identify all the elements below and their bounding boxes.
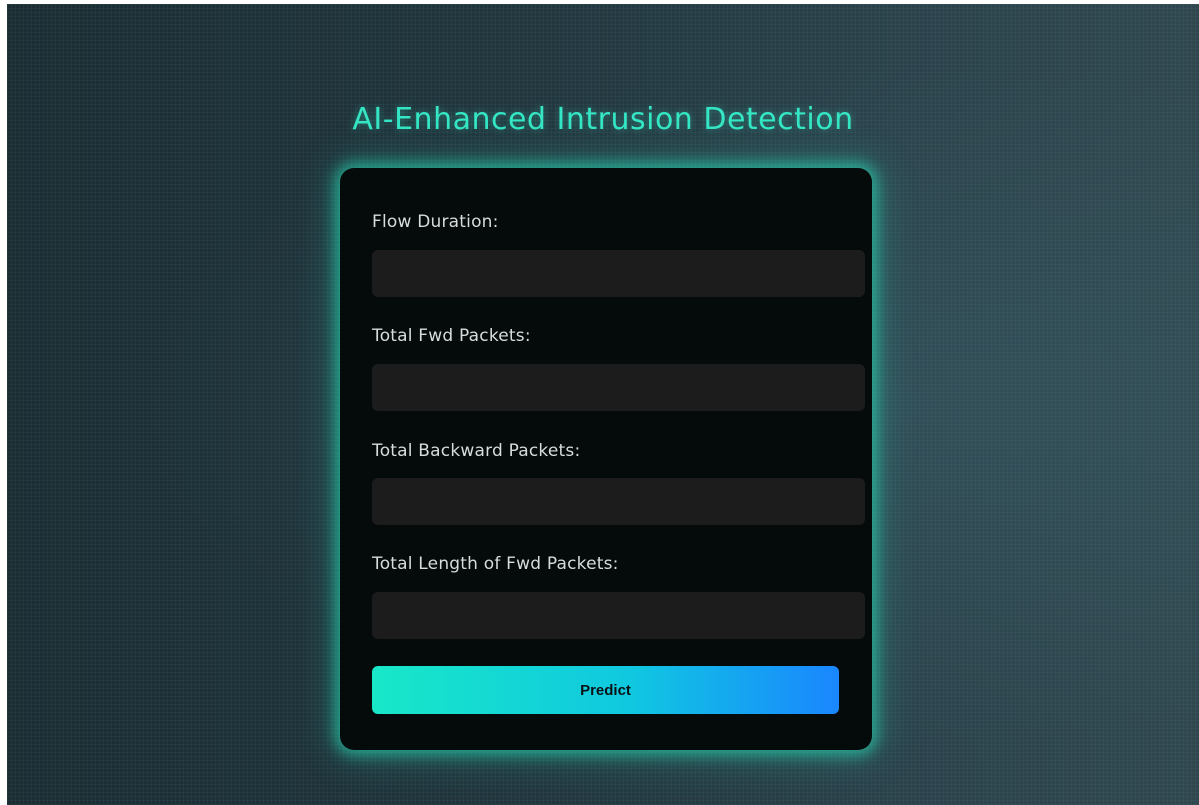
total-fwd-packets-input[interactable] xyxy=(372,364,865,411)
flow-duration-label: Flow Duration: xyxy=(372,212,499,232)
prediction-form-card: Flow Duration: Total Fwd Packets: Total … xyxy=(340,168,872,750)
predict-button[interactable]: Predict xyxy=(372,666,839,714)
total-length-fwd-packets-input[interactable] xyxy=(372,592,865,639)
total-backward-packets-input[interactable] xyxy=(372,478,865,525)
total-length-fwd-packets-label: Total Length of Fwd Packets: xyxy=(372,554,619,574)
total-backward-packets-label: Total Backward Packets: xyxy=(372,441,581,461)
page-background: AI-Enhanced Intrusion Detection Flow Dur… xyxy=(7,4,1199,805)
total-fwd-packets-label: Total Fwd Packets: xyxy=(372,326,531,346)
flow-duration-input[interactable] xyxy=(372,250,865,297)
page-title: AI-Enhanced Intrusion Detection xyxy=(352,102,854,137)
